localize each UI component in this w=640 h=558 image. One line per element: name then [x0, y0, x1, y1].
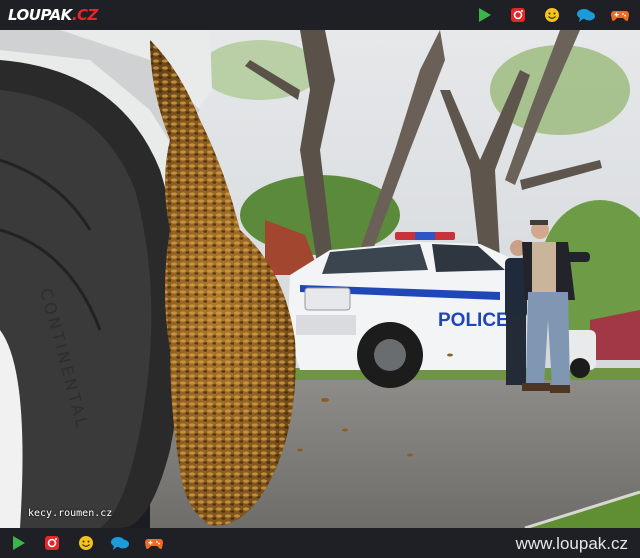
photo-watermark: kecy.roumen.cz	[28, 508, 113, 519]
gamepad-icon[interactable]	[610, 6, 630, 24]
instagram-icon[interactable]	[508, 6, 528, 24]
instagram-icon[interactable]	[42, 534, 62, 552]
bottom-icon-bar	[8, 534, 164, 552]
top-bar: LOUPAK.CZ	[0, 0, 640, 30]
gamepad-icon[interactable]	[144, 534, 164, 552]
logo-suffix-text: .CZ	[71, 6, 99, 24]
bottom-bar: www.loupak.cz	[0, 528, 640, 558]
photo-bee-swarm: POLICE CONTINENTAL kecy.roumen.cz	[0, 30, 640, 528]
chat-icon[interactable]	[110, 534, 130, 552]
smiley-icon[interactable]	[76, 534, 96, 552]
play-icon[interactable]	[474, 6, 494, 24]
smiley-icon[interactable]	[542, 6, 562, 24]
site-url-link[interactable]: www.loupak.cz	[516, 534, 628, 554]
photo-illustration: POLICE CONTINENTAL	[0, 30, 640, 528]
page: LOUPAK.CZ POLICE CONTINENTAL kecy.roumen…	[0, 0, 640, 558]
chat-icon[interactable]	[576, 6, 596, 24]
site-logo[interactable]: LOUPAK.CZ	[8, 6, 98, 24]
top-icon-bar	[474, 6, 630, 24]
car-door-police-text: POLICE	[438, 310, 509, 331]
logo-main-text: LOUPAK	[8, 6, 72, 24]
play-icon[interactable]	[8, 534, 28, 552]
